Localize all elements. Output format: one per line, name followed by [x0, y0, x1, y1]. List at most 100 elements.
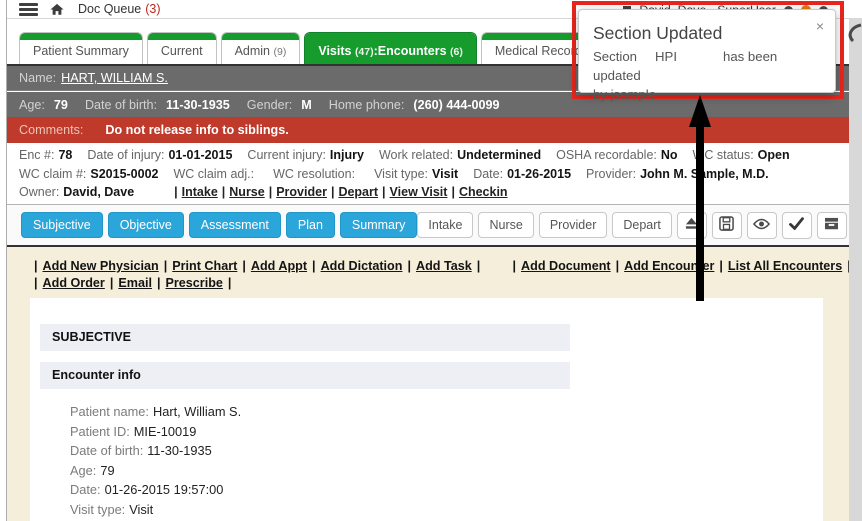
quick-link[interactable]: Add Order	[43, 276, 105, 290]
encounter-field: WC status:Open	[693, 148, 790, 162]
app-window: Doc Queue (3) David, Dave - SuperUser Pa…	[0, 0, 862, 521]
owner-field: Owner:David, Dave	[19, 185, 134, 199]
eject-icon	[684, 217, 699, 233]
encounter-field: Work related:Undetermined	[379, 148, 541, 162]
encounter-field: Provider:John M. Sample, M.D.	[586, 167, 769, 181]
tab-green-cap	[148, 33, 216, 40]
encounter-row-1: Enc #:78Date of injury:01-01-2015Current…	[19, 146, 850, 165]
encounter-row-3: Owner:David, Dave |Intake|Nurse|Provider…	[19, 183, 850, 202]
archive-icon	[824, 217, 839, 233]
encounter-link-wrap: |Provider	[265, 185, 327, 199]
main-tab[interactable]: Patient Summary	[19, 32, 143, 64]
view-button[interactable]	[747, 212, 777, 239]
quick-link[interactable]: Add Task	[416, 259, 472, 273]
quick-link[interactable]: Email	[118, 276, 152, 290]
quick-link-wrap: Add Order|	[43, 276, 119, 290]
encounter-field: Date of injury:01-01-2015	[87, 148, 232, 162]
encounter-field: WC claim adj.:	[174, 167, 259, 181]
encounter-field: Visit type:Visit	[374, 167, 458, 181]
eye-icon	[753, 218, 770, 233]
menu-icon[interactable]	[19, 3, 38, 16]
quick-links: |Add New Physician|Print Chart|Add Appt|…	[7, 247, 850, 291]
chart-note-panel: SUBJECTIVE Encounter info Patient name:H…	[30, 298, 823, 521]
info-field: Age:79	[70, 461, 823, 481]
demographic-field: Gender:M	[247, 98, 312, 112]
popup-message: SectionHPIhas been updated by jsample	[579, 47, 835, 104]
quick-link-wrap: Print Chart|	[172, 259, 251, 273]
quick-link[interactable]: Add Document	[521, 259, 611, 273]
encounter-stage-link[interactable]: View Visit	[390, 185, 448, 199]
content-region: |Add New Physician|Print Chart|Add Appt|…	[7, 247, 850, 521]
chart-action-bar: SubjectiveObjectiveAssessmentPlanSummary…	[7, 204, 850, 247]
comments-text: Do not release info to siblings.	[105, 123, 288, 137]
eject-button[interactable]	[677, 212, 707, 239]
quick-link-wrap: List All Encounters|	[728, 259, 856, 273]
archive-button[interactable]	[817, 212, 847, 239]
encounter-info-header: Enc #:78Date of injury:01-01-2015Current…	[7, 143, 850, 204]
save-icon	[719, 216, 734, 234]
quick-link-wrap: Add Encounter|	[624, 259, 728, 273]
quick-link-wrap: Prescribe|	[165, 276, 236, 290]
chart-section-button[interactable]: Subjective	[21, 212, 103, 238]
encounter-stage-link[interactable]: Intake	[182, 185, 218, 199]
encounter-stage-link[interactable]: Checkin	[459, 185, 508, 199]
home-icon[interactable]	[50, 3, 64, 16]
encounter-link-wrap: |Checkin	[447, 185, 507, 199]
main-tab[interactable]: Visits (47):Encounters (6)	[304, 32, 477, 64]
quick-link[interactable]: List All Encounters	[728, 259, 842, 273]
tab-green-cap	[305, 33, 476, 40]
stage-button[interactable]: Provider	[539, 212, 608, 238]
encounter-link-wrap: |Depart	[327, 185, 378, 199]
chart-section-button[interactable]: Objective	[108, 212, 184, 238]
quick-link-wrap: Add Task|	[416, 259, 485, 273]
encounter-stage-link[interactable]: Provider	[276, 185, 327, 199]
quick-link-wrap: Add New Physician|	[43, 259, 173, 273]
encounter-field: Enc #:78	[19, 148, 72, 162]
right-gutter	[849, 18, 862, 521]
chart-section-button[interactable]: Summary	[340, 212, 417, 238]
quick-link-wrap: Add Dictation|	[321, 259, 416, 273]
encounter-stage-link[interactable]: Nurse	[229, 185, 264, 199]
encounter-field: OSHA recordable:No	[556, 148, 677, 162]
comments-label: Comments:	[19, 123, 83, 137]
demographic-field: Home phone:(260) 444-0099	[329, 98, 500, 112]
quick-link[interactable]: Add New Physician	[43, 259, 159, 273]
page-title[interactable]: Doc Queue	[78, 2, 141, 16]
main-tab[interactable]: Admin (9)	[221, 32, 301, 64]
comments-bar: Comments: Do not release info to sibling…	[7, 117, 850, 143]
encounter-link-wrap: |Intake	[170, 185, 218, 199]
sign-button[interactable]	[782, 212, 812, 239]
quick-link[interactable]: Add Dictation	[321, 259, 403, 273]
encounter-stage-link[interactable]: Depart	[338, 185, 378, 199]
info-field: Date:01-26-2015 19:57:00	[70, 480, 823, 500]
quick-link[interactable]: Add Encounter	[624, 259, 714, 273]
encounter-row-2: WC claim #:S2015-0002WC claim adj.:WC re…	[19, 165, 850, 184]
quick-link-wrap: Email|	[118, 276, 165, 290]
save-button[interactable]	[712, 212, 742, 239]
quick-link[interactable]: Prescribe	[165, 276, 222, 290]
check-icon	[789, 217, 804, 233]
stage-button[interactable]: Nurse	[478, 212, 533, 238]
name-label: Name:	[19, 71, 56, 85]
patient-name-link[interactable]: HART, WILLIAM S.	[61, 71, 168, 85]
encounter-info-fields: Patient name:Hart, William S.Patient ID:…	[70, 402, 823, 521]
stage-button[interactable]: Depart	[612, 212, 672, 238]
close-icon[interactable]: ×	[816, 19, 824, 33]
info-field: Visit type:Visit	[70, 500, 823, 520]
stage-button[interactable]: Intake	[417, 212, 473, 238]
section-updated-popup: × Section Updated SectionHPIhas been upd…	[578, 9, 836, 93]
info-field: Patient name:Hart, William S.	[70, 402, 823, 422]
info-field: Patient ID:MIE-10019	[70, 422, 823, 442]
quick-link[interactable]: Print Chart	[172, 259, 237, 273]
doc-queue-count: (3)	[145, 2, 160, 16]
main-tab[interactable]: Current	[147, 32, 217, 64]
quick-link[interactable]: Add Appt	[251, 259, 307, 273]
chart-section-button[interactable]: Plan	[286, 212, 335, 238]
info-field: Date of birth:11-30-1935	[70, 441, 823, 461]
chart-section-button[interactable]: Assessment	[189, 212, 281, 238]
demographic-field: Date of birth:11-30-1935	[85, 98, 230, 112]
section-header-subjective: SUBJECTIVE	[40, 324, 570, 351]
encounter-field: Date:01-26-2015	[473, 167, 571, 181]
stage-buttons: IntakeNurseProviderDepart	[417, 212, 862, 239]
tab-green-cap	[222, 33, 300, 40]
